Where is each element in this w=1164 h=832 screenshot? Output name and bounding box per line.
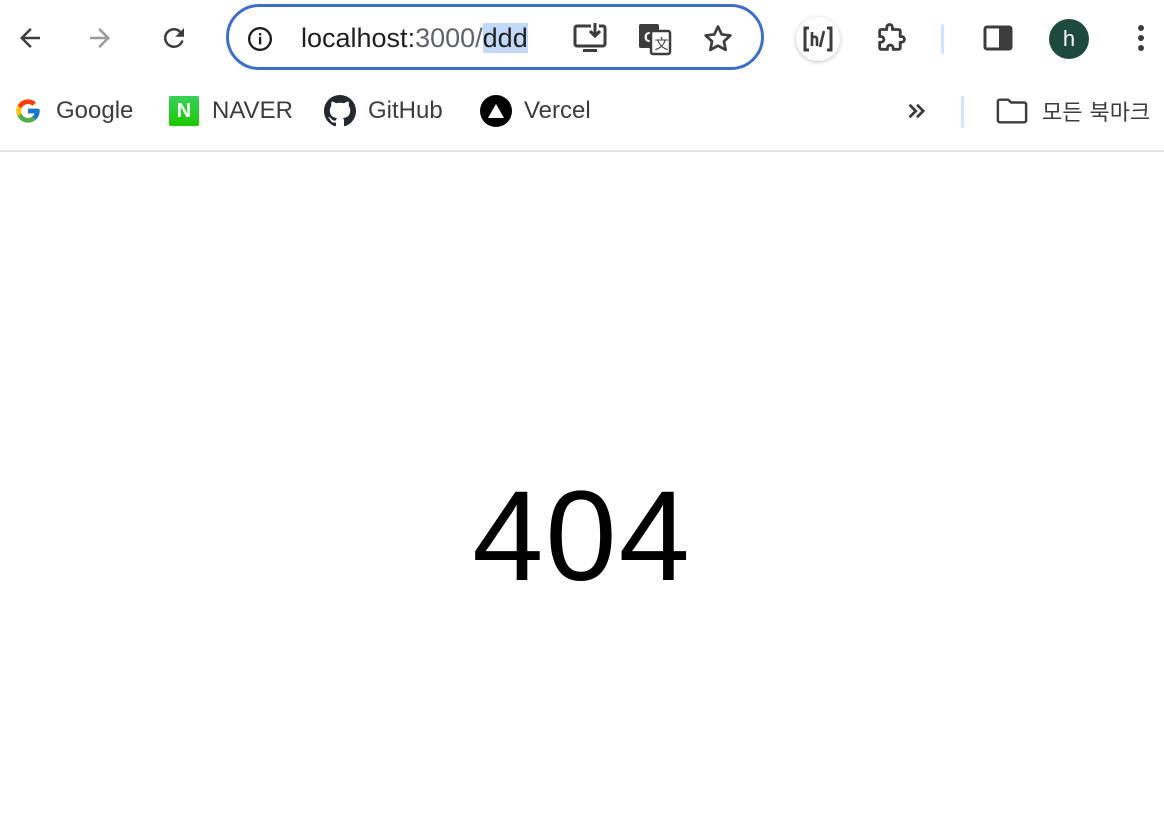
side-panel-icon <box>983 25 1013 51</box>
browser-menu-button[interactable] <box>1118 15 1164 61</box>
profile-avatar[interactable]: h <box>1049 19 1089 59</box>
browser-toolbar: localhost:3000/ddd G 文 <box>0 0 1164 78</box>
bookmark-label: NAVER <box>212 97 293 124</box>
info-icon[interactable] <box>247 26 273 52</box>
url-host: localhost: <box>301 23 416 53</box>
page-content: 404 <box>0 152 1164 832</box>
all-bookmarks-label: 모든 북마크 <box>1042 101 1151 126</box>
bookmark-star-button[interactable] <box>698 19 738 59</box>
vercel-icon <box>480 95 512 127</box>
bookmark-label: Google <box>56 97 134 124</box>
bookmark-vercel[interactable]: Vercel <box>480 94 591 128</box>
extension-button[interactable] <box>796 17 840 61</box>
install-desktop-icon <box>573 23 607 52</box>
naver-logo: N <box>169 96 199 126</box>
address-bar[interactable]: localhost:3000/ddd G 文 <box>226 4 764 70</box>
folder-icon <box>996 95 1028 127</box>
url-port: 3000/ <box>415 23 483 53</box>
side-panel-button[interactable] <box>975 15 1021 61</box>
more-bookmarks-button[interactable] <box>902 94 932 128</box>
install-app-button[interactable] <box>571 19 611 59</box>
puzzle-icon <box>878 23 906 51</box>
bookmark-label: Vercel <box>524 97 591 124</box>
back-button[interactable] <box>10 18 50 58</box>
arrow-right-icon <box>90 28 110 48</box>
url-path-selected: ddd <box>482 23 528 53</box>
extensions-menu-button[interactable] <box>868 15 914 61</box>
google-icon <box>12 95 44 127</box>
bookmark-label: GitHub <box>368 97 443 124</box>
forward-button[interactable] <box>80 18 120 58</box>
url-text[interactable]: localhost:3000/ddd <box>301 21 528 55</box>
bookmark-github[interactable]: GitHub <box>324 94 443 128</box>
chevron-double-right-icon <box>908 103 926 119</box>
bookmark-naver[interactable]: N NAVER <box>168 94 293 128</box>
github-icon <box>324 95 356 127</box>
svg-text:文: 文 <box>655 37 669 53</box>
reload-icon <box>163 27 184 48</box>
all-bookmarks-button[interactable]: 모든 북마크 <box>996 94 1150 128</box>
error-code: 404 <box>472 465 692 608</box>
arrow-left-icon <box>20 28 40 48</box>
translate-icon: G 文 <box>639 24 672 56</box>
code-extension-icon <box>803 26 833 52</box>
toolbar-divider <box>941 24 944 54</box>
reload-button[interactable] <box>154 18 194 58</box>
translate-button[interactable]: G 文 <box>635 19 675 59</box>
bookmarks-bar: Google N NAVER GitHub Vercel 모든 북마크 <box>0 78 1164 152</box>
naver-icon: N <box>168 95 200 127</box>
bookmarks-divider <box>961 96 964 128</box>
more-vert-icon <box>1138 25 1144 51</box>
bookmark-google[interactable]: Google <box>12 94 133 128</box>
star-icon <box>704 25 732 52</box>
